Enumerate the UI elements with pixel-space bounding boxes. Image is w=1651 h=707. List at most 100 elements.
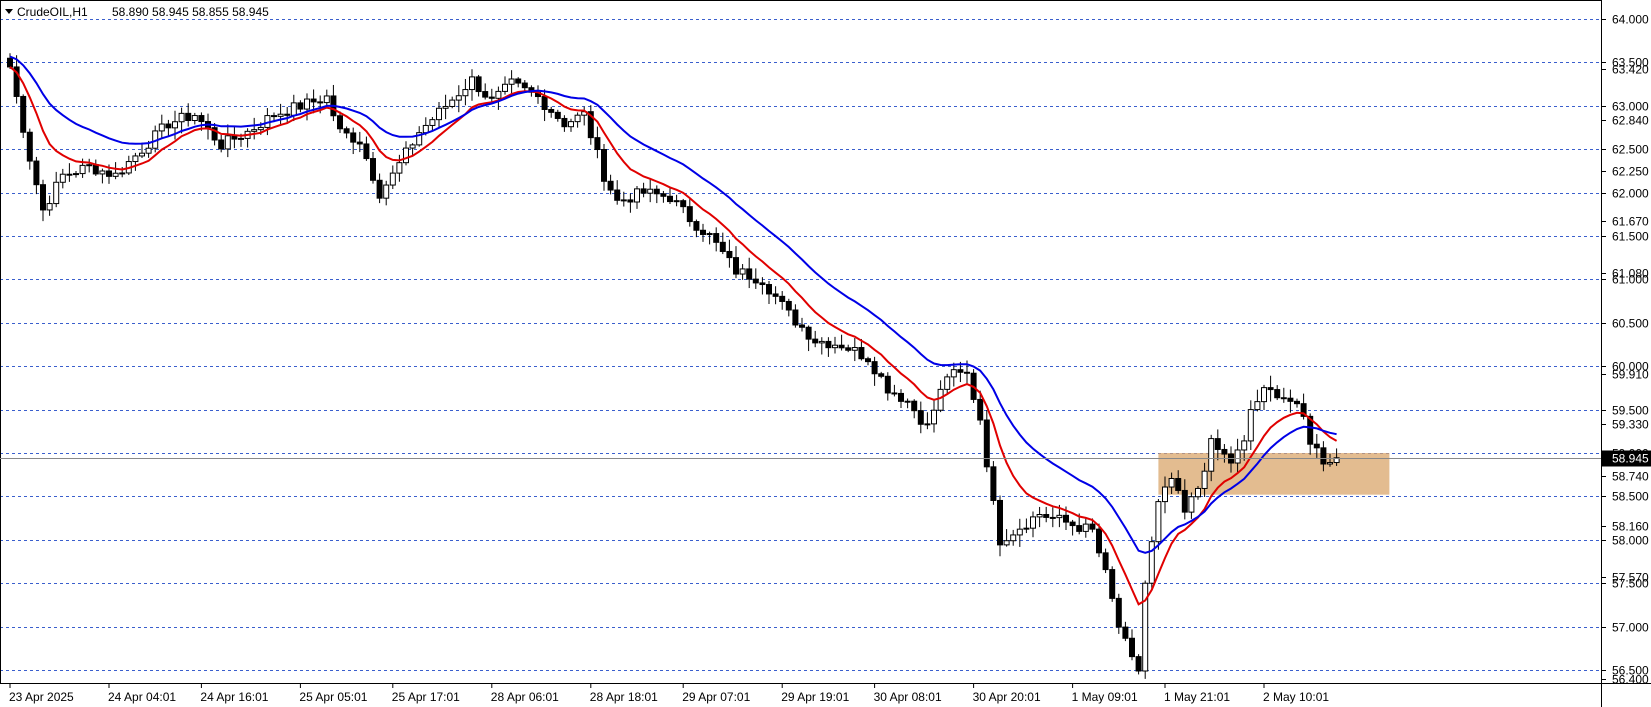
- candle-body: [482, 91, 489, 98]
- candle-body: [1155, 501, 1162, 543]
- candle-body: [845, 347, 852, 351]
- chart-window[interactable]: 64.000 63.500 63.000 62.500 62.000 61.500 61.0…: [0, 0, 1651, 707]
- candle-body: [495, 90, 502, 99]
- candle-body: [1010, 534, 1017, 542]
- candle-body: [304, 98, 310, 110]
- candle-body: [429, 119, 436, 126]
- price-level-label: 64.000: [1612, 13, 1649, 27]
- candle-body: [858, 347, 865, 360]
- time-label: 1 May 09:01: [1072, 690, 1138, 704]
- candle-body: [502, 83, 508, 92]
- candle-body: [370, 158, 376, 181]
- candle-body: [1102, 552, 1109, 571]
- candle-body: [574, 114, 581, 123]
- candle-body: [634, 188, 640, 203]
- time-label: 29 Apr 07:01: [682, 690, 750, 704]
- candle-body: [238, 137, 244, 140]
- candle-body: [1089, 523, 1096, 530]
- candle-body: [1016, 528, 1023, 536]
- candle-body: [297, 102, 304, 110]
- candle-body: [26, 131, 33, 162]
- price-level-label: 63.000: [1612, 100, 1649, 114]
- candle-body: [700, 229, 706, 235]
- current-price-label: 58.945: [1612, 452, 1649, 466]
- price-tick-label: 63.420: [1612, 63, 1649, 77]
- candle-body: [462, 89, 469, 97]
- time-label: 24 Apr 16:01: [200, 690, 268, 704]
- candle-body: [759, 282, 766, 286]
- time-label: 2 May 10:01: [1263, 690, 1329, 704]
- price-tick-label: 59.910: [1612, 368, 1649, 382]
- time-label: 28 Apr 06:01: [491, 690, 559, 704]
- candle-body: [99, 170, 106, 175]
- candle-body: [1043, 514, 1050, 518]
- candle-body: [1168, 478, 1175, 488]
- candle-body: [343, 128, 350, 134]
- candle-body: [660, 193, 667, 197]
- candle-body: [851, 347, 858, 351]
- symbol-label: CrudeOIL,H1: [17, 5, 88, 19]
- candle-body: [79, 164, 86, 175]
- candle-body: [561, 117, 568, 128]
- candle-body: [917, 410, 924, 425]
- candle-body: [924, 423, 931, 426]
- candle-body: [719, 241, 726, 252]
- candle-body: [337, 115, 343, 130]
- candle-body: [812, 338, 819, 344]
- candle-body: [59, 173, 66, 183]
- price-level-label: 62.500: [1612, 143, 1649, 157]
- candle-body: [977, 398, 984, 421]
- candle-body: [356, 141, 363, 145]
- candle-body: [1287, 397, 1294, 402]
- candle-body: [898, 392, 904, 402]
- price-tick-label: 58.740: [1612, 470, 1649, 484]
- price-chart[interactable]: 64.00063.50063.00062.50062.00061.50061.0…: [0, 0, 1651, 707]
- candle-body: [554, 111, 561, 119]
- candle-body: [1023, 527, 1030, 530]
- candle-body: [1327, 462, 1333, 465]
- candle-body: [653, 188, 660, 195]
- candle-body: [1175, 478, 1182, 491]
- candle-body: [1313, 443, 1320, 449]
- candle-body: [436, 107, 442, 121]
- candle-body: [383, 184, 390, 199]
- candle-body: [198, 115, 205, 123]
- candle-body: [224, 135, 231, 150]
- candle-body: [1109, 569, 1116, 599]
- candle-body: [1280, 397, 1287, 400]
- candle-body: [620, 199, 627, 202]
- candle-body: [1221, 448, 1228, 455]
- candle-body: [799, 324, 805, 328]
- candle-body: [515, 78, 522, 84]
- highlight-zone: [1158, 453, 1390, 495]
- candle-body: [145, 147, 152, 154]
- candle-body: [323, 95, 330, 104]
- time-label: 29 Apr 19:01: [781, 690, 849, 704]
- price-tick-label: 61.080: [1612, 267, 1649, 281]
- candle-body: [1082, 523, 1089, 532]
- candle-body: [548, 108, 555, 113]
- candle-body: [1241, 440, 1248, 451]
- price-tick-label: 58.160: [1612, 520, 1649, 534]
- candle-body: [594, 137, 601, 151]
- candle-body: [568, 121, 574, 128]
- candle-body: [1036, 514, 1043, 518]
- candle-body: [1274, 389, 1281, 399]
- candle-body: [1261, 387, 1267, 403]
- price-tick-label: 62.250: [1612, 165, 1649, 179]
- price-level-label: 61.500: [1612, 230, 1649, 244]
- candle-body: [363, 143, 370, 160]
- time-label: 1 May 21:01: [1164, 690, 1230, 704]
- candle-body: [317, 101, 324, 104]
- candle-body: [1063, 514, 1069, 523]
- candle-body: [422, 124, 429, 134]
- candle-body: [865, 358, 871, 363]
- candle-body: [1294, 400, 1300, 405]
- candle-body: [389, 172, 396, 186]
- candle-body: [964, 371, 970, 374]
- candle-body: [1254, 401, 1261, 411]
- candle-body: [772, 293, 779, 297]
- candle-body: [1069, 521, 1076, 527]
- candle-body: [541, 96, 548, 110]
- candle-body: [601, 149, 607, 182]
